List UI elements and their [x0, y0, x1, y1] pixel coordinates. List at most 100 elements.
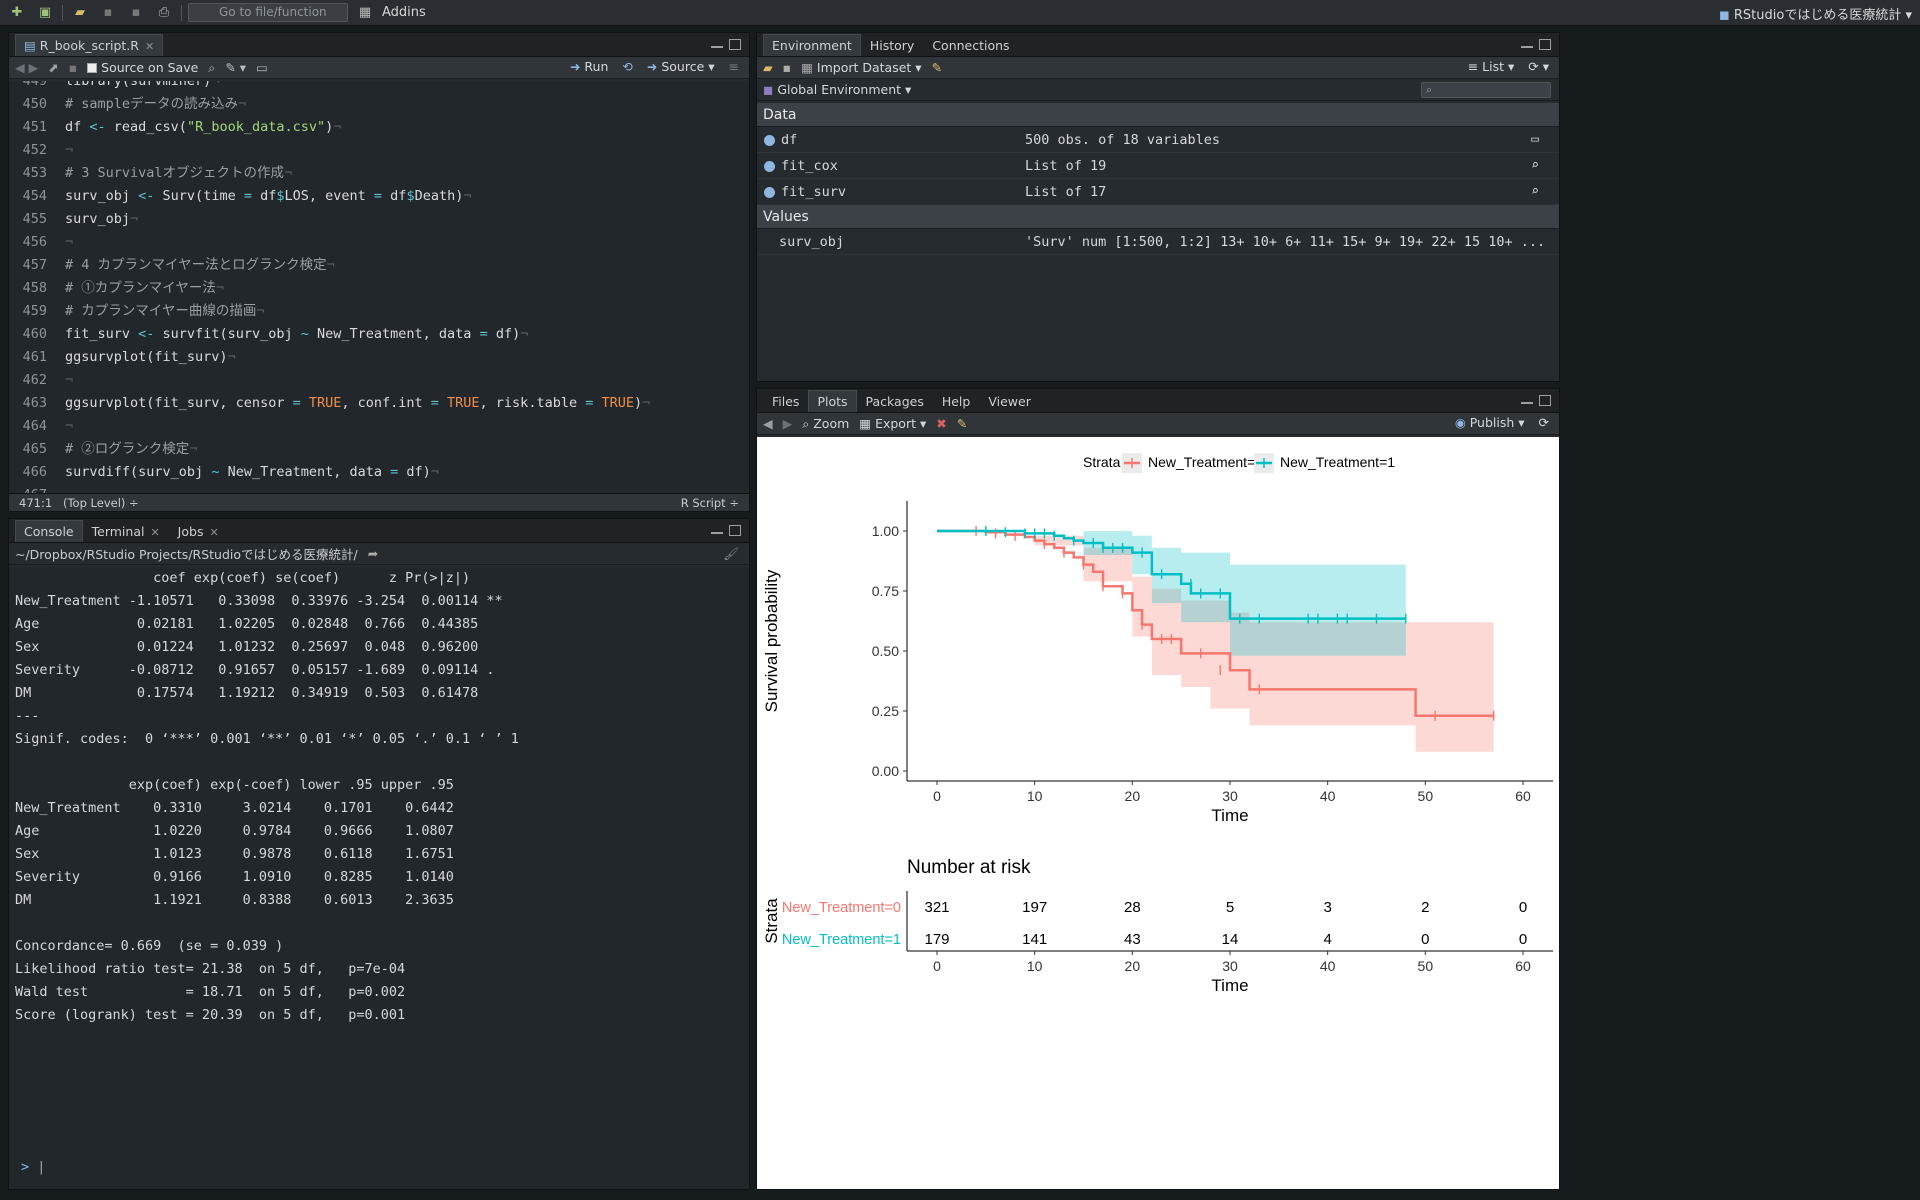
search-icon[interactable]: ⌕ [208, 60, 215, 76]
tab-terminal[interactable]: Terminal ✕ [83, 520, 169, 542]
minimize-icon[interactable] [1521, 46, 1533, 50]
publish-button[interactable]: ◉ Publish ▾ [1455, 415, 1525, 430]
code-line[interactable]: 460 fit_surv <- survfit(surv_obj ~ New_Tr… [9, 323, 749, 346]
tab-help[interactable]: Help [933, 390, 980, 412]
environment-row[interactable]: fit_cox List of 19 ⌕ [757, 153, 1559, 179]
open-file-icon[interactable]: ▰ [69, 4, 91, 22]
new-project-icon[interactable]: ▣ [34, 4, 56, 22]
magic-wand-icon[interactable]: ✎ ▾ [225, 60, 246, 75]
expand-icon[interactable] [764, 161, 775, 172]
code-line[interactable]: 461 ggsurvplot(fit_surv)¬ [9, 346, 749, 369]
tab-console[interactable]: Console [15, 520, 83, 542]
code-line[interactable]: 466 survdiff(surv_obj ~ New_Treatment, da… [9, 461, 749, 484]
console-output[interactable]: coef exp(coef) se(coef) z Pr(>|z|) New_T… [9, 567, 749, 1189]
tab-environment[interactable]: Environment [763, 34, 861, 56]
code-line[interactable]: 457 # 4 カプランマイヤー法とログランク検定¬ [9, 254, 749, 277]
expand-icon[interactable] [764, 135, 775, 146]
file-type-selector[interactable]: R Script ÷ [681, 496, 739, 510]
global-environment-selector[interactable]: ◼ Global Environment ▾ [763, 82, 911, 97]
code-line[interactable]: 454 surv_obj <- Surv(time = df$LOS, event… [9, 185, 749, 208]
search-icon[interactable]: ⌕ [1531, 179, 1539, 205]
code-editor[interactable]: 449 library(survminer)¬ 450 # sampleデータの読み込… [9, 81, 749, 493]
code-line[interactable]: 451 df <- read_csv("R_book_data.csv")¬ [9, 116, 749, 139]
r-environment-icon: ◼ [763, 82, 778, 97]
refresh-icon[interactable]: ⟳ [1539, 415, 1549, 430]
minimize-icon[interactable] [711, 532, 723, 536]
code-line[interactable]: 463 ggsurvplot(fit_surv, censor = TRUE, c… [9, 392, 749, 415]
pane-controls [1521, 39, 1551, 50]
outline-icon[interactable]: ≡ [729, 59, 739, 74]
go-to-directory-icon[interactable]: ➦ [368, 546, 378, 561]
code-line[interactable]: 458 # ①カプランマイヤー法¬ [9, 277, 749, 300]
environment-row[interactable]: surv_obj 'Surv' num [1:500, 1:2] 13+ 10+ … [757, 229, 1559, 255]
save-all-icon[interactable]: ▪ [125, 4, 147, 22]
search-icon[interactable]: ⌕ [1531, 153, 1539, 179]
load-workspace-icon[interactable]: ▰ [763, 60, 773, 75]
environment-search-input[interactable]: ⌕ [1421, 82, 1551, 98]
code-line[interactable]: 459 # カプランマイヤー曲線の描画¬ [9, 300, 749, 323]
tab-jobs[interactable]: Jobs ✕ [169, 520, 228, 542]
compile-report-icon[interactable]: ▭ [256, 60, 268, 75]
view-table-icon[interactable]: ▭ [1531, 127, 1539, 153]
code-line[interactable]: 455 surv_obj¬ [9, 208, 749, 231]
zoom-button[interactable]: ⌕ Zoom [802, 416, 849, 432]
next-plot-icon[interactable]: ▶ [783, 416, 793, 431]
previous-plot-icon[interactable]: ◀ [763, 416, 773, 431]
save-icon[interactable]: ▪ [97, 4, 119, 22]
code-line[interactable]: 467¬ [9, 484, 749, 493]
code-line[interactable]: 452 ¬ [9, 139, 749, 162]
maximize-icon[interactable] [1539, 39, 1551, 50]
tab-files[interactable]: Files [763, 390, 808, 412]
remove-plot-icon[interactable]: ✖ [936, 416, 946, 431]
tab-viewer[interactable]: Viewer [979, 390, 1040, 412]
expand-icon[interactable] [764, 187, 775, 198]
code-line[interactable]: 456 ¬ [9, 231, 749, 254]
refresh-icon[interactable]: ⟳ ▾ [1528, 59, 1549, 74]
maximize-icon[interactable] [729, 39, 741, 50]
code-line[interactable]: 464 ¬ [9, 415, 749, 438]
source-button[interactable]: ➜ Source ▾ [647, 59, 715, 74]
source-on-save-checkbox[interactable]: Source on Save [87, 60, 198, 75]
new-file-icon[interactable]: ✚ [6, 4, 28, 22]
code-line[interactable]: 465 # ②ログランク検定¬ [9, 438, 749, 461]
project-menu[interactable]: ◼ RStudioではじめる医療統計 ▾ [1719, 4, 1912, 23]
console-prompt[interactable]: > | [21, 1156, 45, 1179]
environment-row[interactable]: fit_surv List of 17 ⌕ [757, 179, 1559, 205]
export-button[interactable]: ▦ Export ▾ [859, 416, 926, 431]
minimize-icon[interactable] [711, 46, 723, 50]
maximize-icon[interactable] [729, 525, 741, 536]
show-in-window-icon[interactable]: ⬈ [48, 60, 58, 75]
save-icon[interactable]: ▪ [69, 60, 77, 75]
minimize-icon[interactable] [1521, 402, 1533, 406]
broom-icon[interactable]: ✎ [957, 416, 967, 431]
maximize-icon[interactable] [1539, 395, 1551, 406]
import-dataset-button[interactable]: ▦ Import Dataset ▾ [801, 60, 921, 75]
code-line[interactable]: 453 # 3 Survivalオブジェクトの作成¬ [9, 162, 749, 185]
code-line[interactable]: 462 ¬ [9, 369, 749, 392]
code-line[interactable]: 450 # sampleデータの読み込み¬ [9, 93, 749, 116]
list-view-button[interactable]: ≡ List ▾ [1468, 59, 1515, 74]
environment-row[interactable]: df 500 obs. of 18 variables ▭ [757, 127, 1559, 153]
broom-icon[interactable]: ✎ [932, 60, 942, 75]
tab-history[interactable]: History [861, 34, 923, 56]
tab-packages[interactable]: Packages [857, 390, 933, 412]
clear-console-icon[interactable]: 🖌 [723, 546, 739, 562]
scope-selector[interactable]: (Top Level) ÷ [63, 496, 139, 510]
close-icon[interactable]: ✕ [209, 526, 218, 539]
data-rows: df 500 obs. of 18 variables ▭ fit_cox List o… [757, 127, 1559, 205]
back-icon[interactable]: ◀ ▶ [15, 60, 38, 75]
goto-file-input[interactable]: Go to file/function [188, 3, 348, 22]
tab-r-book-script[interactable]: ▤ R_book_script.R ✕ [15, 34, 164, 56]
risk-count: 3 [1323, 899, 1331, 916]
print-icon[interactable]: ⎙ [153, 4, 175, 22]
run-button[interactable]: ➜ Run [570, 59, 608, 74]
addins-menu[interactable]: Addins [382, 5, 426, 20]
rerun-icon[interactable]: ⟲ [622, 59, 632, 74]
code-line[interactable]: 449 library(survminer)¬ [9, 81, 749, 93]
tab-plots[interactable]: Plots [808, 390, 857, 412]
close-icon[interactable]: ✕ [150, 526, 159, 539]
pane-layout-icon[interactable]: ▦ [354, 4, 376, 22]
tab-connections[interactable]: Connections [923, 34, 1018, 56]
close-icon[interactable]: ✕ [145, 40, 154, 53]
save-workspace-icon[interactable]: ▪ [783, 60, 791, 75]
